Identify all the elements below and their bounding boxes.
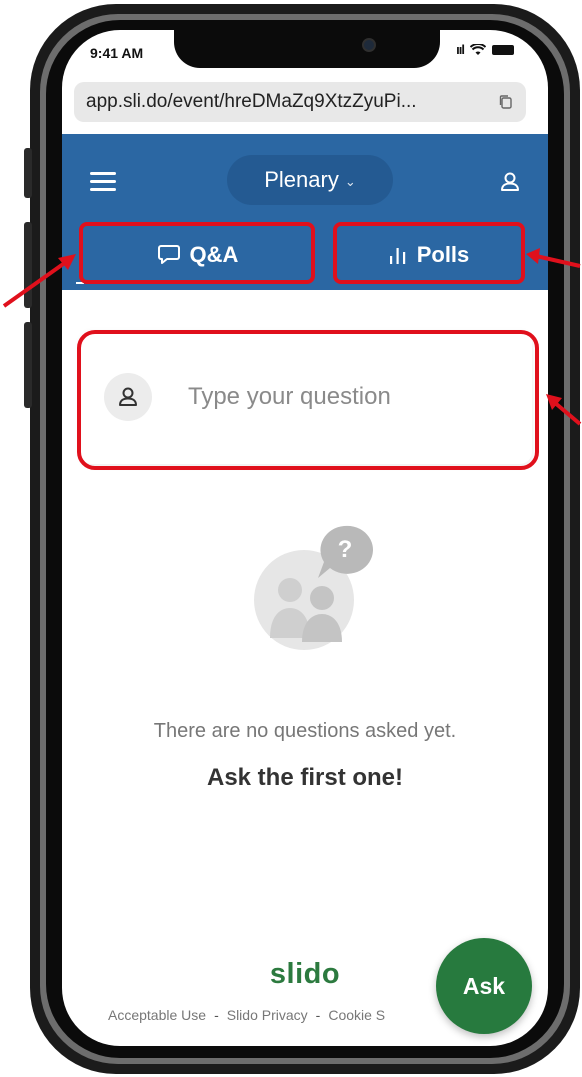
- url-text: app.sli.do/event/hreDMaZq9XtzZyuPi...: [86, 91, 417, 112]
- annotation-polls-box: [333, 222, 525, 284]
- privacy-link[interactable]: Slido Privacy: [227, 1007, 308, 1023]
- menu-icon[interactable]: [90, 172, 116, 192]
- silent-switch: [24, 148, 32, 198]
- empty-state-message: There are no questions asked yet.: [153, 720, 457, 742]
- chevron-down-icon: ⌄: [344, 173, 356, 189]
- user-icon[interactable]: [498, 170, 522, 194]
- ask-button[interactable]: Ask: [436, 938, 532, 1034]
- signal-icon: ııl: [456, 42, 465, 57]
- empty-questions-illustration: ?: [254, 525, 373, 650]
- annotation-arrow-polls: [526, 248, 581, 268]
- footer-separator: -: [315, 1007, 321, 1023]
- cookie-link[interactable]: Cookie S: [328, 1007, 385, 1023]
- phone-screen: 9:41 AM ııl app.sli.do/event/hreDMaZq9Xt…: [62, 30, 548, 1046]
- acceptable-use-link[interactable]: Acceptable Use: [108, 1007, 206, 1023]
- wifi-icon: [470, 43, 486, 55]
- question-mark: ?: [338, 536, 353, 563]
- status-time: 9:41 AM: [90, 45, 144, 61]
- annotation-arrow-left: [2, 254, 76, 308]
- annotation-arrow-question: [546, 394, 582, 426]
- battery-icon: [492, 44, 514, 55]
- volume-down-button: [24, 322, 32, 408]
- annotation-qa-box: [79, 222, 315, 284]
- event-selector[interactable]: Plenary ⌄: [227, 155, 393, 205]
- copy-icon[interactable]: [498, 94, 514, 110]
- footer-separator: -: [214, 1007, 219, 1023]
- empty-state-cta: Ask the first one!: [206, 764, 404, 791]
- status-icons: ııl: [456, 42, 514, 57]
- camera-icon: [362, 38, 376, 52]
- footer-links: Acceptable Use - Slido Privacy - Cookie …: [108, 1007, 385, 1023]
- annotation-question-box: [77, 330, 539, 470]
- event-name: Plenary: [264, 167, 339, 192]
- url-bar[interactable]: app.sli.do/event/hreDMaZq9XtzZyuPi...: [74, 82, 526, 122]
- notch: [174, 30, 440, 68]
